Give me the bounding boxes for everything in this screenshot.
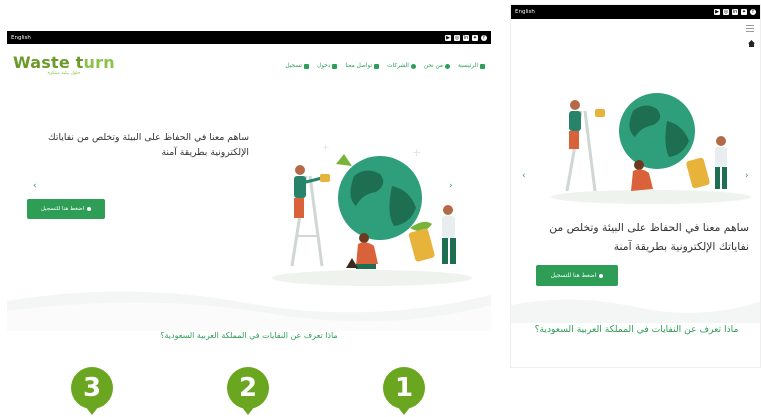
mobile-hero-headline: ساهم معنا في الحفاظ على البيئة وتخلص من … — [549, 221, 749, 253]
svg-text:+: + — [322, 143, 330, 153]
navbar: Waste turn حلول بيئية مبتكرة الرئيسية من… — [7, 44, 491, 88]
youtube-icon[interactable]: ▶ — [445, 34, 451, 41]
slider-prev-icon[interactable]: ‹ — [33, 181, 37, 191]
mobile-register-cta-button[interactable]: اضغط هنا للتسجيل — [536, 265, 618, 286]
menu-item-login[interactable]: دخول — [317, 63, 338, 69]
info-icon — [445, 63, 451, 69]
menu-item-home[interactable]: الرئيسية — [458, 63, 485, 69]
fact-numbers: 3 2 1 — [7, 367, 491, 417]
mobile-hero-illustration — [551, 93, 751, 204]
mobile-waste-facts-title: ماذا تعرف عن النفايات في المملكة العربية… — [534, 324, 739, 335]
instagram-icon[interactable]: ◎ — [723, 9, 729, 15]
mobile-slider-next-icon[interactable]: › — [745, 171, 749, 181]
twitter-icon[interactable]: ✦ — [472, 34, 478, 41]
linkedin-icon[interactable]: in — [732, 9, 738, 15]
svg-text:+: + — [412, 146, 421, 159]
mobile-language-link[interactable]: English — [515, 9, 535, 15]
logo-text-a: Waste t — [13, 53, 84, 73]
logo-tagline: حلول بيئية مبتكرة — [47, 71, 81, 77]
envelope-icon — [374, 63, 380, 69]
mobile-navbar — [511, 19, 760, 53]
cta-dot-icon — [599, 273, 604, 278]
facebook-icon[interactable]: f — [481, 34, 487, 41]
language-link[interactable]: English — [11, 35, 31, 41]
menu-item-contact[interactable]: تواصل معنا — [345, 63, 380, 69]
mobile-slider-prev-icon[interactable]: ‹ — [522, 171, 526, 181]
hero-headline: ساهم معنا في الحفاظ على البيئة وتخلص من … — [48, 132, 249, 158]
plus-icon — [303, 63, 309, 69]
waste-facts-title: ماذا تعرف عن النفايات في المملكة العربية… — [160, 331, 338, 340]
instagram-icon[interactable]: ◎ — [454, 34, 460, 41]
twitter-icon[interactable]: ✦ — [741, 9, 747, 15]
slider-next-icon[interactable]: › — [449, 181, 453, 191]
mobile-hero-wave — [511, 299, 760, 323]
cta-dot-icon — [87, 207, 92, 211]
fact-number-2: 2 — [227, 367, 269, 415]
mobile-view: English ▶ ◎ in ✦ f ‹ › ساهم معنا في الحف… — [510, 4, 761, 368]
logo-text-b: urn — [83, 53, 115, 73]
menu-item-register[interactable]: تسجيل — [285, 63, 309, 69]
facebook-icon[interactable]: f — [750, 9, 756, 15]
mobile-social-links: ▶ ◎ in ✦ f — [714, 9, 756, 15]
cta-label: اضغط هنا للتسجيل — [40, 206, 85, 212]
desktop-view: English ▶ ◎ in ✦ f Waste turn حلول بيئية… — [7, 31, 491, 417]
home-icon[interactable] — [748, 40, 755, 47]
fact-number-3: 3 — [71, 367, 113, 415]
hero-wave — [7, 291, 491, 331]
hero-illustration: + + — [272, 143, 472, 286]
youtube-icon[interactable]: ▶ — [714, 9, 720, 15]
fact-number-1: 1 — [383, 367, 425, 415]
social-links: ▶ ◎ in ✦ f — [445, 34, 487, 41]
screenshot-stage: English ▶ ◎ in ✦ f Waste turn حلول بيئية… — [0, 0, 761, 417]
hamburger-menu-icon[interactable] — [746, 23, 754, 34]
register-cta-button[interactable]: اضغط هنا للتسجيل — [27, 199, 105, 219]
mobile-top-bar: English ▶ ◎ in ✦ f — [511, 5, 760, 19]
home-icon — [480, 63, 485, 69]
globe-icon — [410, 63, 416, 69]
main-menu: الرئيسية من نحن الشركات تواصل معنا دخول … — [285, 63, 485, 69]
menu-item-about[interactable]: من نحن — [424, 63, 451, 69]
mobile-cta-label: اضغط هنا للتسجيل — [550, 272, 597, 279]
logo[interactable]: Waste turn حلول بيئية مبتكرة — [13, 55, 115, 77]
top-bar: English ▶ ◎ in ✦ f — [7, 31, 491, 44]
login-icon — [332, 63, 338, 69]
linkedin-icon[interactable]: in — [463, 34, 469, 41]
menu-item-companies[interactable]: الشركات — [387, 63, 416, 69]
